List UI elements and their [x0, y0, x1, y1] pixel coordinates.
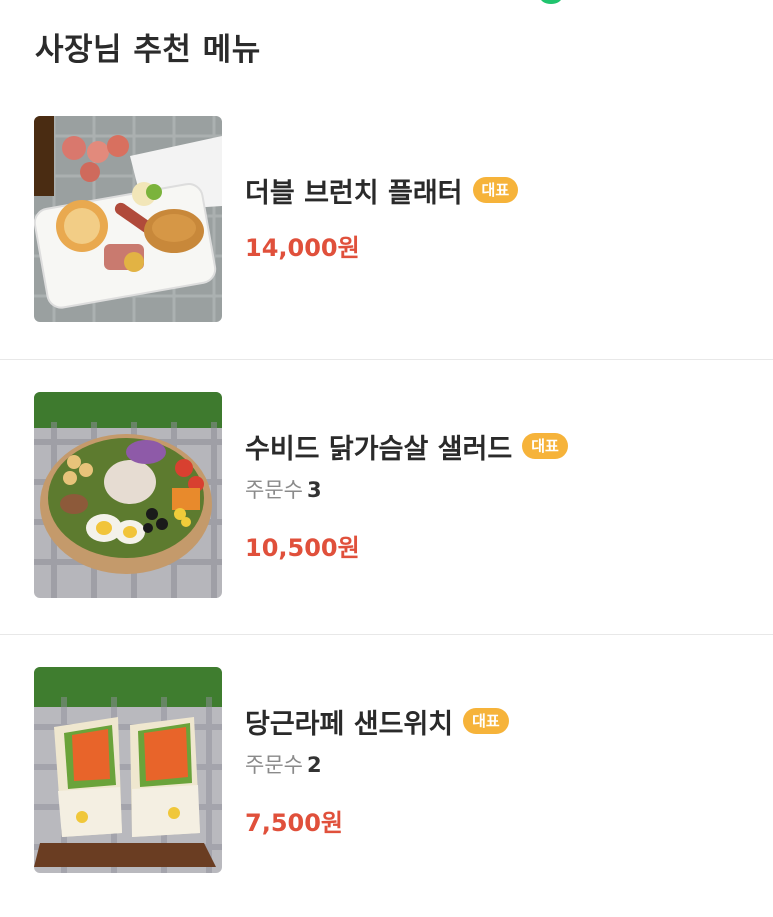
order-count-value: 3 — [306, 478, 322, 502]
menu-item-photo — [34, 667, 222, 873]
menu-item-photo — [34, 116, 222, 322]
menu-item-price: 7,500원 — [245, 809, 343, 837]
status-indicator-dot — [540, 0, 562, 4]
signature-badge: 대표 — [472, 177, 519, 203]
menu-item-price: 10,500원 — [245, 534, 360, 562]
order-count: 주문수 3 — [245, 474, 568, 504]
signature-badge: 대표 — [463, 708, 509, 734]
order-count-value: 2 — [306, 753, 322, 777]
menu-item-name: 당근라페 샌드위치 — [245, 708, 454, 740]
signature-badge: 대표 — [522, 433, 568, 459]
menu-item-name: 더블 브런치 플래터 — [245, 177, 463, 209]
menu-item-brunch-platter[interactable]: 더블 브런치 플래터 대표 14,000원 — [0, 84, 773, 359]
section-title: 사장님 추천 메뉴 — [35, 32, 261, 68]
menu-item-name: 수비드 닭가슴살 샐러드 — [245, 433, 513, 465]
order-count: 주문수 2 — [245, 749, 509, 779]
menu-item-carrot-sandwich[interactable]: 당근라페 샌드위치 대표 주문수 2 7,500원 — [0, 634, 773, 910]
menu-item-photo — [34, 392, 222, 598]
order-count-label: 주문수 — [245, 478, 303, 502]
order-count-label: 주문수 — [245, 753, 303, 777]
menu-item-chicken-salad[interactable]: 수비드 닭가슴살 샐러드 대표 주문수 3 10,500원 — [0, 359, 773, 635]
menu-item-price: 14,000원 — [245, 234, 360, 262]
